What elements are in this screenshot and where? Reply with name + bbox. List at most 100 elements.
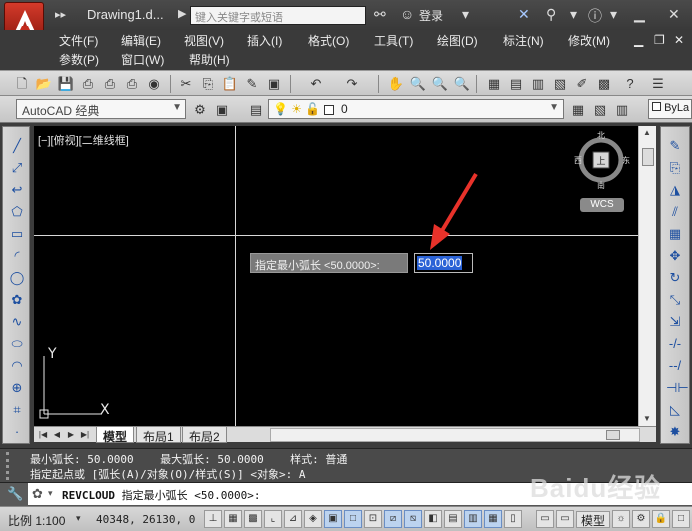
tab-model[interactable]: 模型 [96,427,135,444]
previous-tab-icon[interactable]: ◀ [52,429,62,440]
construction-line-icon[interactable]: ⤢ [8,159,26,177]
quick-properties-icon[interactable]: ▤ [444,510,462,528]
copy-icon[interactable]: ⎘ [198,74,218,93]
spline-icon[interactable]: ∿ [8,313,26,331]
transparency-icon[interactable]: ◧ [424,510,442,528]
exchange-icon[interactable]: ✕ [518,6,530,23]
cursor-coordinates[interactable]: 40348, 26130, 0 [96,513,195,526]
title-overflow-icon[interactable]: ▶ [178,7,186,20]
make-block-icon[interactable]: ⌗ [8,401,26,419]
dropdown-icon[interactable]: ▾ [462,6,469,23]
extend-icon[interactable]: --/ [666,357,684,375]
menu-view[interactable]: 视图(V) [184,32,224,49]
polar-tracking-icon[interactable]: ⊿ [284,510,302,528]
mirror-icon[interactable]: ◮ [666,181,684,199]
offset-icon[interactable]: ⫽ [666,203,684,221]
window-minimize-icon[interactable]: ▁ [634,33,643,47]
copy-object-icon[interactable]: ⎘ [666,159,684,177]
scrollbar-thumb[interactable] [642,148,654,166]
insert-block-icon[interactable]: ⊕ [8,379,26,397]
layer-previous-icon[interactable]: ▧ [590,100,610,119]
color-select[interactable]: ByLa [648,99,692,119]
layer-select[interactable]: 💡 ☀ 🔓 0 ▼ [268,99,564,119]
selection-cycling-icon[interactable]: ▥ [464,510,482,528]
wcs-menu[interactable]: WCS [580,198,624,212]
polygon-icon[interactable]: ⬠ [8,203,26,221]
cut-icon[interactable]: ✂ [176,74,196,93]
print-icon[interactable]: ⎙ [78,74,98,93]
scale-icon[interactable]: ⤡ [666,291,684,309]
break-icon[interactable]: ⊣⊢ [666,379,689,397]
drawing-viewport[interactable]: [−][俯视][二维线框] 上 北 南 东 西 WCS 指定最小弧长 <50.0… [34,126,656,426]
make-current-layer-icon[interactable]: ▦ [568,100,588,119]
quick-view-layouts-icon[interactable]: ▭ [536,510,554,528]
dynamic-input-field[interactable]: 50.0000 [414,253,473,273]
wrench-icon[interactable]: 🔧 [7,486,23,502]
chamfer-icon[interactable]: ◺ [666,401,684,419]
sheet-set-icon[interactable]: ▧ [550,74,570,93]
undo-icon[interactable]: ↶ [306,74,326,93]
dynamic-input-icon[interactable]: ⧄ [384,510,402,528]
workspace-settings-icon[interactable]: ⚙ [190,100,210,119]
connect-icon[interactable]: ⚲ [546,6,556,23]
menu-draw[interactable]: 绘图(D) [437,32,478,49]
workspace-icon[interactable]: ▣ [212,100,232,119]
revcloud-icon[interactable]: ✿ [8,291,26,309]
design-center-icon[interactable]: ▤ [506,74,526,93]
menu-modify[interactable]: 修改(M) [568,32,610,49]
menu-insert[interactable]: 插入(I) [247,32,282,49]
chevron-down-icon[interactable]: ▾ [48,488,53,499]
window-restore-icon[interactable]: ❐ [654,33,665,47]
save-icon[interactable]: 💾 [56,74,76,93]
lock-ui-icon[interactable]: 🔒 [652,510,670,528]
layer-properties-icon[interactable]: ▤ [246,100,266,119]
block-editor-icon[interactable]: ▣ [264,74,284,93]
menu-tools[interactable]: 工具(T) [374,32,413,49]
command-line-grip[interactable]: 🔧 [0,483,28,507]
rotate-icon[interactable]: ↻ [666,269,684,287]
dropdown-icon[interactable]: ▾ [610,6,617,23]
ortho-mode-icon[interactable]: ⌞ [264,510,282,528]
scrollbar-thumb[interactable] [606,430,620,440]
paste-icon[interactable]: 📋 [220,74,240,93]
calculator-icon[interactable]: ▩ [594,74,614,93]
login-button[interactable]: 登录 [419,7,443,24]
quick-view-drawings-icon[interactable]: ▭ [556,510,574,528]
plot-icon[interactable]: ⎙ [122,74,142,93]
annotation-visibility-icon[interactable]: ☼ [612,510,630,528]
vertical-scrollbar[interactable]: ▲ ▼ [638,126,656,426]
tab-layout2[interactable]: 布局2 [182,427,227,444]
annotation-scale[interactable]: 比例 1:100 [8,512,65,529]
help-icon[interactable]: ? [620,74,640,93]
grip-handle[interactable] [6,452,22,480]
clean-screen-icon[interactable]: □ [672,510,690,528]
new-icon[interactable]: 🗋 [12,74,32,93]
user-icon[interactable]: ☺ [400,6,414,22]
match-properties-icon[interactable]: ✎ [242,74,262,93]
menu-file[interactable]: 文件(F) [59,32,98,49]
trim-icon[interactable]: -/- [666,335,684,353]
infer-constraints-icon[interactable]: ⊥ [204,510,222,528]
help-icon[interactable]: ⓘ [588,6,602,26]
explode-icon[interactable]: ✸ [666,423,684,441]
last-tab-icon[interactable]: ▶| [80,429,90,440]
menu-edit[interactable]: 编辑(E) [121,32,161,49]
viewcube[interactable]: 上 北 南 东 西 [574,130,634,194]
scroll-up-icon[interactable]: ▲ [643,128,651,137]
snap-mode-icon[interactable]: ▦ [224,510,242,528]
ellipse-arc-icon[interactable]: ◠ [8,357,26,375]
workspace-select[interactable]: AutoCAD 经典 ▼ [16,99,186,119]
minimize-icon[interactable]: ▁ [634,6,645,23]
properties-icon[interactable]: ▦ [484,74,504,93]
dropdown-icon[interactable]: ▾ [570,6,577,23]
lineweight-icon[interactable]: ⧅ [404,510,422,528]
menu-parametric[interactable]: 参数(P) [59,51,99,68]
annotation-monitor-icon[interactable]: ▦ [484,510,502,528]
move-icon[interactable]: ✥ [666,247,684,265]
next-tab-icon[interactable]: ▶ [66,429,76,440]
window-close-icon[interactable]: ✕ [674,33,684,47]
erase-icon[interactable]: ✎ [666,137,684,155]
grid-display-icon[interactable]: ▩ [244,510,262,528]
zoom-realtime-icon[interactable]: 🔍 [408,74,428,93]
markup-icon[interactable]: ✐ [572,74,592,93]
